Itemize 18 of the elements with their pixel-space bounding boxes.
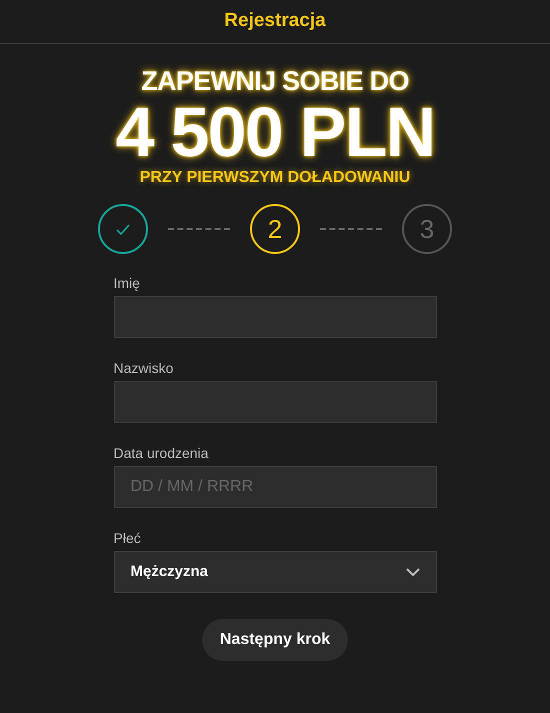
promo-amount: 4 500 PLN — [116, 96, 434, 168]
promo-headline: ZAPEWNIJ SOBIE DO — [141, 66, 409, 96]
input-field[interactable] — [114, 296, 436, 338]
gender-select[interactable]: Mężczyzna — [114, 551, 436, 593]
step-indicator: 2 — [250, 204, 300, 254]
chevron-down-icon — [406, 568, 420, 576]
field-label: Data urodzenia — [114, 444, 210, 462]
promo-subline: PRZY PIERWSZYM DOŁADOWANIU — [140, 168, 410, 188]
check-icon — [116, 224, 130, 234]
field-label: Nazwisko — [114, 359, 174, 377]
input-field[interactable]: DD / MM / RRRR — [114, 466, 436, 508]
select-value: Mężczyzna — [130, 562, 208, 582]
page-title: Rejestracja — [224, 9, 326, 34]
next-step-button[interactable]: Następny krok — [202, 619, 348, 661]
field-label: Imię — [114, 274, 141, 292]
field-label: Płeć — [114, 529, 142, 547]
input-field[interactable] — [114, 381, 436, 423]
step-indicator: 3 — [402, 204, 452, 254]
